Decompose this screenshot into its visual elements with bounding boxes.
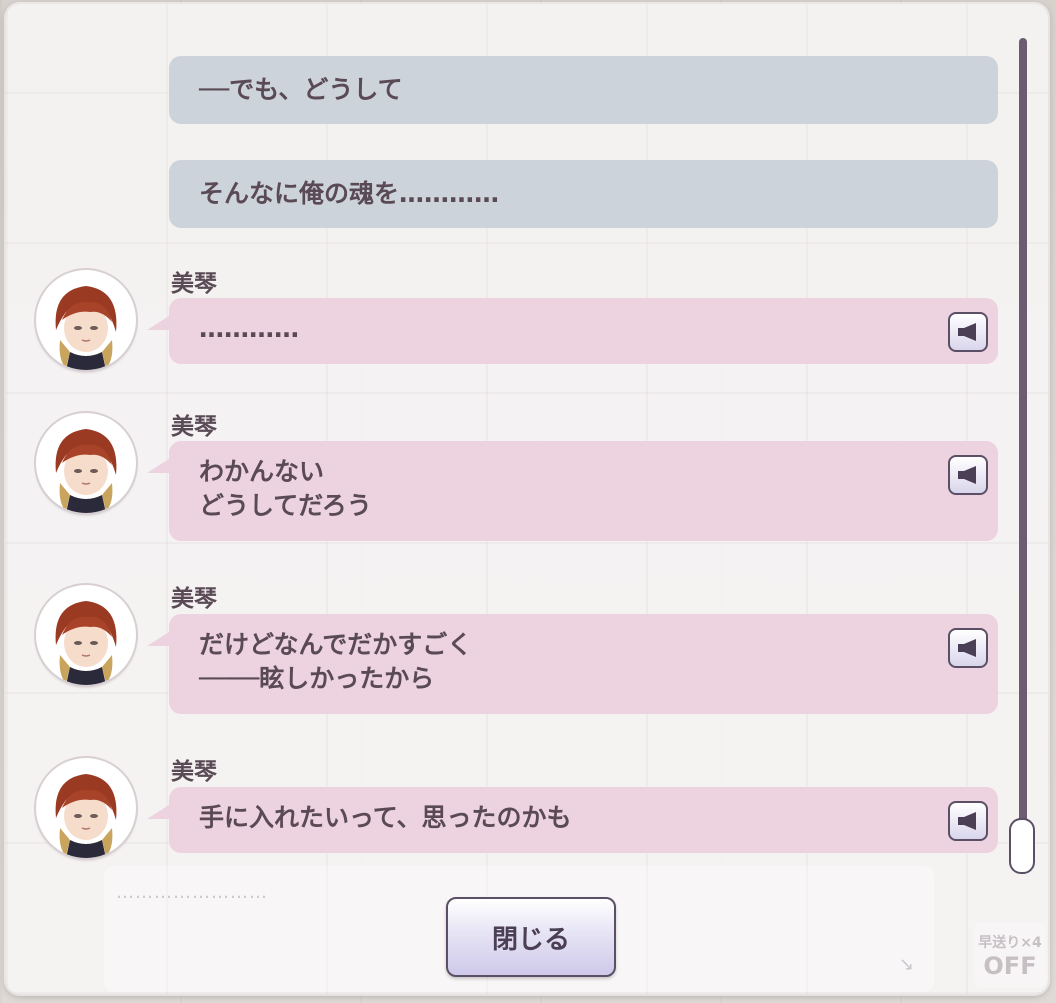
speaker-name: 美琴	[171, 586, 217, 612]
skip-speed-label: 早送り×4	[978, 935, 1042, 951]
narration-text: そんなに俺の魂を…………	[199, 179, 500, 208]
scrollbar-thumb[interactable]	[1009, 818, 1035, 874]
skip-speed-state: OFF	[983, 952, 1037, 980]
speech-line: だけどなんでだかすごく	[199, 630, 473, 659]
dialogue-box-ghost-text: ……………………	[116, 882, 268, 903]
voice-replay-button[interactable]	[948, 312, 988, 352]
speaker-icon	[958, 812, 976, 830]
voice-replay-button[interactable]	[948, 801, 988, 841]
character-portrait-icon	[38, 760, 134, 858]
narration-entry: そんなに俺の魂を…………	[169, 160, 998, 228]
speaker-icon	[958, 466, 976, 484]
speech-line: 手に入れたいって、思ったのかも	[199, 803, 572, 832]
avatar	[36, 585, 136, 685]
speaker-icon	[958, 323, 976, 341]
speaker-name: 美琴	[171, 271, 217, 297]
narration-text: ──でも、どうして	[199, 75, 403, 104]
voice-replay-button[interactable]	[948, 455, 988, 495]
avatar	[36, 758, 136, 858]
next-arrow-icon: ↘	[899, 954, 915, 975]
backlog-panel: ──でも、どうして そんなに俺の魂を………… 美琴 ………… 美琴 わかんない …	[6, 4, 1048, 994]
speaker-icon	[958, 639, 976, 657]
speech-line: どうしてだろう	[199, 491, 372, 520]
speech-line: …………	[199, 314, 299, 343]
backlog-list[interactable]: ──でも、どうして そんなに俺の魂を………… 美琴 ………… 美琴 わかんない …	[6, 4, 1006, 874]
close-button[interactable]: 閉じる	[446, 897, 616, 977]
avatar	[36, 270, 136, 370]
speech-line: わかんない	[199, 457, 325, 486]
speech-entry: 手に入れたいって、思ったのかも	[147, 787, 998, 853]
narration-entry: ──でも、どうして	[169, 56, 998, 124]
speaker-name: 美琴	[171, 414, 217, 440]
scrollbar-track[interactable]	[1019, 38, 1027, 874]
speech-entry: …………	[147, 298, 998, 364]
speech-entry: わかんない どうしてだろう	[147, 441, 998, 541]
skip-speed-badge: 早送り×4 OFF	[974, 922, 1046, 988]
voice-replay-button[interactable]	[948, 628, 988, 668]
speech-line: ────眩しかったから	[199, 664, 435, 693]
speaker-name: 美琴	[171, 759, 217, 785]
avatar	[36, 413, 136, 513]
speech-entry: だけどなんでだかすごく ────眩しかったから	[147, 614, 998, 714]
character-portrait-icon	[38, 587, 134, 685]
character-portrait-icon	[38, 415, 134, 513]
character-portrait-icon	[38, 272, 134, 370]
